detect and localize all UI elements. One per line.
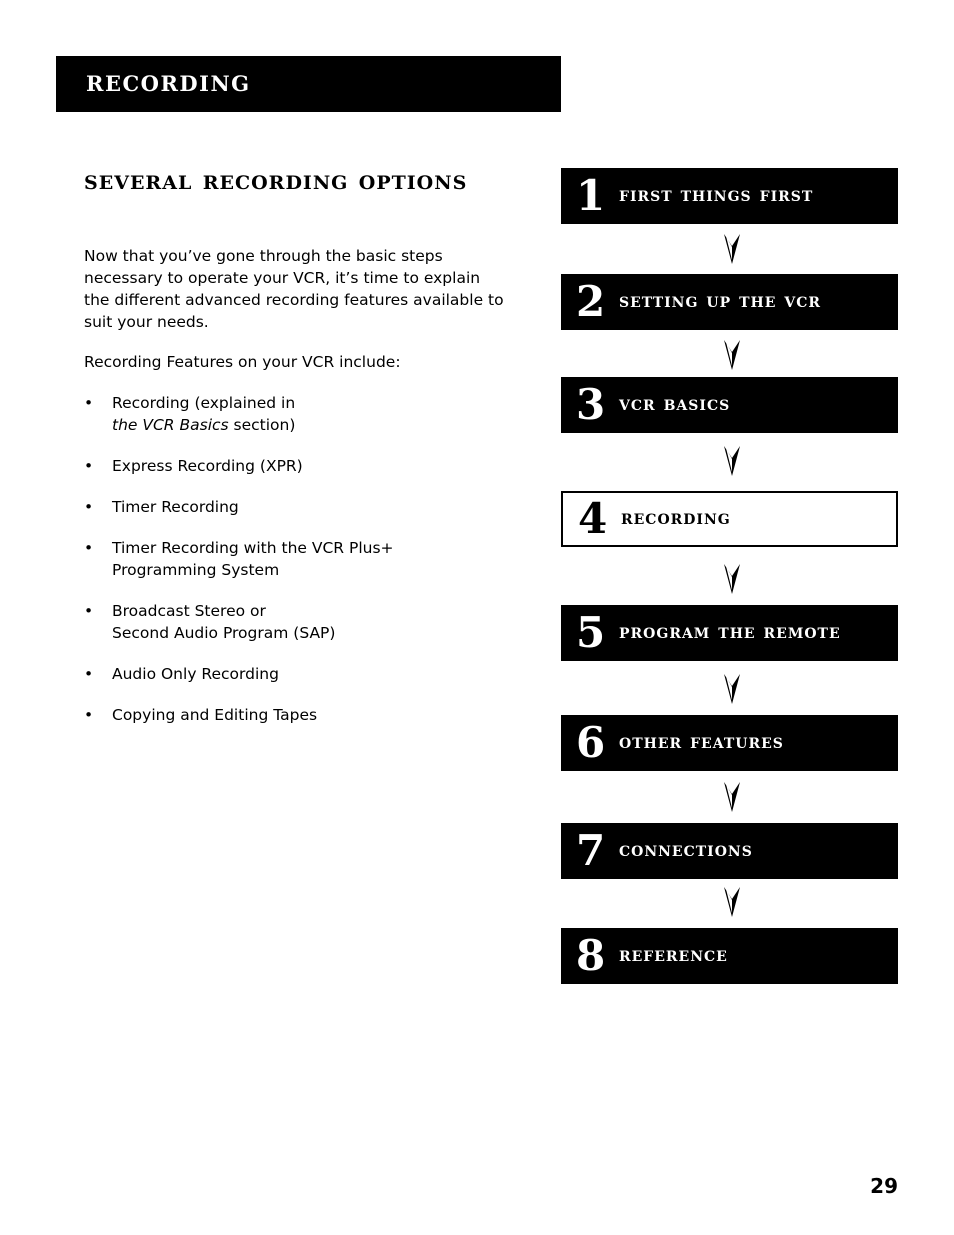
down-arrow-icon (724, 340, 740, 370)
chapter-label: VCR Basics (619, 391, 731, 415)
feature-text: Timer Recording with the VCR Plus+ (112, 539, 394, 557)
chapter-number: 6 (576, 718, 606, 767)
feature-item: • Timer Recording with the VCR Plus+ Pro… (84, 537, 504, 581)
bullet-icon: • (84, 706, 94, 724)
chapter-header-bar: Recording (56, 56, 561, 112)
chapter-step-4-current[interactable]: 4 Recording (561, 491, 898, 547)
feature-text-cont: section) (228, 416, 296, 434)
bullet-icon: • (84, 394, 94, 412)
chapter-label: Connections (619, 837, 753, 861)
feature-item: • Broadcast Stereo or Second Audio Progr… (84, 600, 504, 644)
chapter-label: First Things First (619, 182, 814, 206)
feature-text: Timer Recording (112, 498, 239, 516)
feature-item: • Timer Recording (84, 496, 504, 518)
section-title: Several Recording Options (84, 165, 468, 196)
feature-list: • Recording (explained in the VCR Basics… (84, 392, 504, 745)
feature-text: Broadcast Stereo or (112, 602, 266, 620)
page-number: 29 (870, 1174, 898, 1198)
bullet-icon: • (84, 457, 94, 475)
chapter-number: 3 (576, 380, 606, 429)
chapter-label: Reference (619, 942, 728, 966)
feature-text: Express Recording (XPR) (112, 457, 303, 475)
chapter-number: 2 (576, 277, 606, 326)
bullet-icon: • (84, 665, 94, 683)
chapter-step-3[interactable]: 3 VCR Basics (561, 377, 898, 433)
chapter-step-2[interactable]: 2 Setting Up the VCR (561, 274, 898, 330)
down-arrow-icon (724, 234, 740, 264)
feature-item: • Copying and Editing Tapes (84, 704, 504, 726)
feature-text-cont: Programming System (112, 561, 280, 579)
chapter-number: 8 (576, 931, 606, 980)
feature-item: • Recording (explained in the VCR Basics… (84, 392, 504, 436)
chapter-label: Setting Up the VCR (619, 288, 822, 312)
chapter-number: 1 (576, 171, 606, 220)
chapter-label: Other Features (619, 729, 784, 753)
down-arrow-icon (724, 446, 740, 476)
chapter-step-1[interactable]: 1 First Things First (561, 168, 898, 224)
chapter-number: 5 (576, 608, 606, 657)
down-arrow-icon (724, 887, 740, 917)
feature-text-italic: the VCR Basics (112, 416, 229, 434)
chapter-step-6[interactable]: 6 Other Features (561, 715, 898, 771)
bullet-icon: • (84, 539, 94, 557)
chapter-label: Recording (621, 505, 731, 529)
chapter-step-5[interactable]: 5 Program the Remote (561, 605, 898, 661)
feature-text-cont: Second Audio Program (SAP) (112, 624, 336, 642)
down-arrow-icon (724, 564, 740, 594)
chapter-label: Program the Remote (619, 619, 841, 643)
down-arrow-icon (724, 782, 740, 812)
feature-item: • Express Recording (XPR) (84, 455, 504, 477)
chapter-step-7[interactable]: 7 Connections (561, 823, 898, 879)
chapter-step-8[interactable]: 8 Reference (561, 928, 898, 984)
feature-text: Copying and Editing Tapes (112, 706, 318, 724)
down-arrow-icon (724, 674, 740, 704)
feature-item: • Audio Only Recording (84, 663, 504, 685)
feature-text: Recording (explained in (112, 394, 296, 412)
chapter-number: 4 (578, 494, 608, 543)
feature-text: Audio Only Recording (112, 665, 279, 683)
features-lead-text: Recording Features on your VCR include: (84, 353, 401, 371)
chapter-title: Recording (86, 64, 251, 99)
intro-paragraph: Now that you’ve gone through the basic s… (84, 247, 504, 331)
chapter-number: 7 (576, 826, 606, 875)
bullet-icon: • (84, 602, 94, 620)
bullet-icon: • (84, 498, 94, 516)
